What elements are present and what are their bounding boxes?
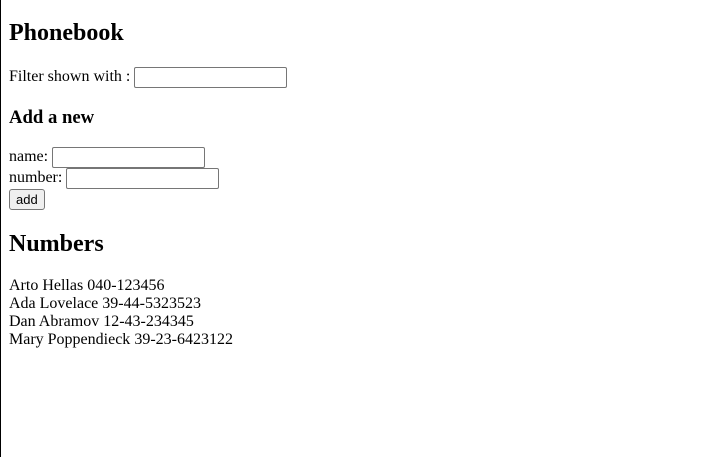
list-item: Ada Lovelace 39-44-5323523 [9,295,233,313]
entry-number: 040-123456 [87,277,165,294]
name-label: name: [9,148,49,165]
list-item: Arto Hellas 040-123456 [9,277,233,295]
list-item: Mary Poppendieck 39-23-6423122 [9,331,233,349]
name-input[interactable] [52,146,206,168]
filter-row: Filter shown with : [9,66,288,88]
entry-name: Arto Hellas [9,277,84,294]
add-new-heading: Add a new [9,107,95,128]
number-label: number: [9,169,63,186]
number-input[interactable] [66,167,220,189]
filter-input[interactable] [134,66,288,88]
entry-number: 12-43-234345 [103,313,194,330]
entry-number: 39-44-5323523 [102,295,201,312]
window-left-border [0,0,1,457]
list-item: Dan Abramov 12-43-234345 [9,313,233,331]
entry-name: Ada Lovelace [9,295,99,312]
numbers-heading: Numbers [9,231,104,257]
add-button[interactable]: add [9,189,45,210]
add-button-wrap: add [9,189,45,210]
entry-number: 39-23-6423122 [134,331,233,348]
numbers-list: Arto Hellas 040-123456 Ada Lovelace 39-4… [9,277,233,349]
filter-label: Filter shown with : [9,68,131,85]
number-row: number: [9,167,220,189]
page-title: Phonebook [9,20,124,46]
entry-name: Dan Abramov [9,313,100,330]
name-row: name: [9,146,206,168]
entry-name: Mary Poppendieck [9,331,131,348]
